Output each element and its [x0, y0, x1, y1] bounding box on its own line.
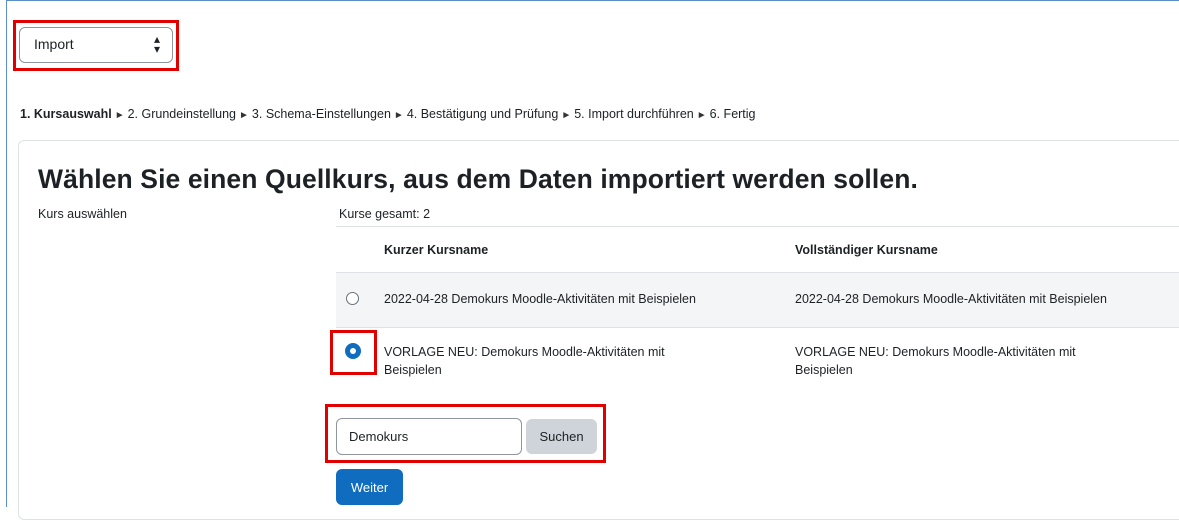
row2-short-name-line1: VORLAGE NEU: Demokurs Moodle-Aktivitäten…	[384, 345, 665, 359]
row2-full-name-line2: Beispielen	[795, 363, 853, 377]
row2-full-name: VORLAGE NEU: Demokurs Moodle-Aktivitäten…	[795, 343, 1076, 379]
row2-short-name: VORLAGE NEU: Demokurs Moodle-Aktivitäten…	[384, 343, 665, 379]
page-frame-top	[6, 0, 1179, 1]
course-select-label: Kurs auswählen	[38, 207, 127, 221]
continue-button[interactable]: Weiter	[336, 469, 403, 505]
step-2: 2. Grundeinstellung	[127, 107, 237, 121]
step-arrow-icon: ►	[561, 110, 572, 121]
total-courses-text: Kurse gesamt: 2	[339, 207, 431, 221]
header-full-name: Vollständiger Kursname	[795, 243, 938, 257]
row2-full-name-line1: VORLAGE NEU: Demokurs Moodle-Aktivitäten…	[795, 345, 1076, 359]
header-short-name: Kurzer Kursname	[384, 243, 489, 257]
step-arrow-icon: ►	[393, 110, 404, 121]
course-selection-card	[18, 140, 1179, 520]
row1-short-name: 2022-04-28 Demokurs Moodle-Aktivitäten m…	[384, 292, 696, 306]
import-mode-select[interactable]: Import ▴ ▾	[19, 27, 173, 63]
page-title: Wählen Sie einen Quellkurs, aus dem Date…	[38, 164, 918, 194]
step-4: 4. Bestätigung und Prüfung	[406, 107, 559, 121]
search-input[interactable]	[336, 418, 522, 455]
import-select-value: Import	[34, 36, 74, 52]
step-5: 5. Import durchführen	[574, 107, 694, 121]
row2-short-name-line2: Beispielen	[384, 363, 442, 377]
step-arrow-icon: ►	[239, 110, 249, 121]
progress-steps: 1. Kursauswahl ► 2. Grundeinstellung ► 3. Sc…	[20, 107, 756, 121]
course-radio-2[interactable]	[345, 343, 361, 359]
table-row-border	[336, 327, 1179, 328]
sort-arrows-icon: ▴ ▾	[153, 32, 160, 56]
table-top-border	[336, 226, 1179, 227]
page-frame-left	[6, 0, 7, 507]
row1-full-name: 2022-04-28 Demokurs Moodle-Aktivitäten m…	[795, 292, 1107, 306]
step-arrow-icon: ►	[114, 110, 125, 121]
search-button[interactable]: Suchen	[526, 419, 597, 454]
step-arrow-icon: ►	[696, 110, 707, 121]
course-radio-1[interactable]	[346, 292, 359, 305]
step-6: 6. Fertig	[709, 107, 756, 121]
step-1: 1. Kursauswahl	[20, 107, 112, 121]
step-3: 3. Schema-Einstellungen	[251, 107, 391, 121]
